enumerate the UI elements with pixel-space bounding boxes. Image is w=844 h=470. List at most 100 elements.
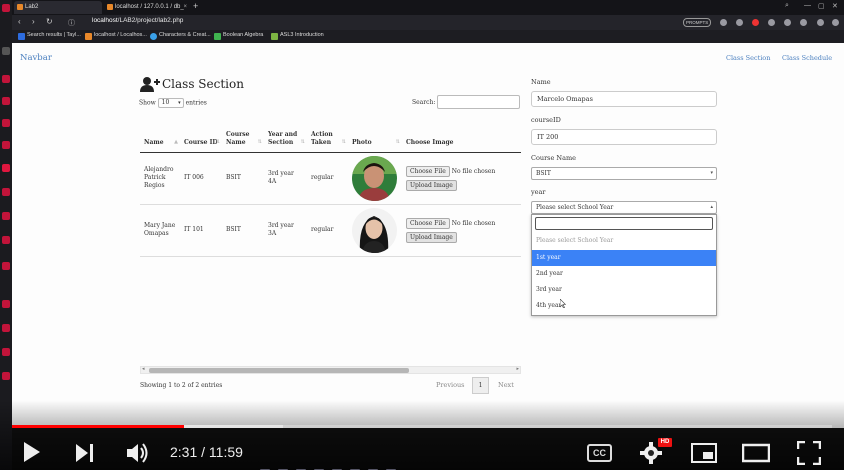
sort-icon: ⇅ bbox=[257, 138, 262, 145]
tab-phpmyadmin[interactable]: localhost / 127.0.0.1 / db_ × bbox=[104, 1, 190, 14]
extension-icon[interactable] bbox=[720, 19, 727, 26]
menu-icon[interactable] bbox=[832, 19, 839, 26]
year-option-highlighted[interactable]: 1st year bbox=[532, 250, 716, 266]
entries-length-control: Show 10 ▾ entries bbox=[139, 98, 207, 108]
maximize-icon[interactable]: ▢ bbox=[818, 2, 825, 10]
scrollbar-thumb[interactable] bbox=[149, 368, 409, 373]
sort-icon: ⇅ bbox=[215, 138, 220, 145]
column-header-choose-image[interactable]: Choose Image bbox=[402, 115, 521, 153]
name-input[interactable]: Marcelo Omapas bbox=[531, 91, 717, 107]
sidebar-icon[interactable] bbox=[2, 47, 10, 55]
upload-image-button[interactable]: Upload Image bbox=[406, 179, 457, 191]
sidebar-icon[interactable] bbox=[2, 324, 10, 332]
chevron-down-icon: ▾ bbox=[710, 170, 713, 176]
nav-link-class-section[interactable]: Class Section bbox=[726, 54, 770, 62]
sidebar-icon[interactable] bbox=[2, 262, 10, 270]
next-icon[interactable] bbox=[74, 443, 96, 463]
close-icon[interactable]: × bbox=[183, 1, 187, 14]
sidebar-icon[interactable] bbox=[2, 141, 10, 149]
opera-icon[interactable] bbox=[2, 4, 10, 12]
year-option[interactable]: Please select School Year bbox=[532, 233, 716, 249]
table-row: Mary Jane Omapas IT 101 BSIT 3rd year 3A… bbox=[140, 204, 521, 257]
sidebar-icon[interactable] bbox=[2, 164, 10, 172]
table-header-row: Name ▲ Course ID ⇅ Course Name ⇅ Year and S… bbox=[140, 115, 521, 153]
upload-image-button[interactable]: Upload Image bbox=[406, 231, 457, 243]
miniplayer-icon[interactable] bbox=[691, 443, 717, 463]
minimize-icon[interactable]: — bbox=[804, 2, 811, 9]
reload-icon[interactable]: ↻ bbox=[46, 17, 53, 26]
cell-choose-image: Choose File No file chosen Upload Image bbox=[402, 204, 521, 257]
year-option[interactable]: 3rd year bbox=[532, 282, 716, 298]
sidebar-icon[interactable] bbox=[2, 97, 10, 105]
year-option[interactable]: 2nd year bbox=[532, 266, 716, 282]
captions-button[interactable]: CC bbox=[587, 444, 612, 462]
column-header-course-name[interactable]: Course Name ⇅ bbox=[222, 115, 264, 153]
year-select[interactable]: Please select School Year ▴ bbox=[531, 201, 717, 214]
nav-link-class-schedule[interactable]: Class Schedule bbox=[782, 54, 832, 62]
site-info-icon[interactable]: ⓘ bbox=[68, 18, 75, 28]
sidebar-icon[interactable] bbox=[2, 236, 10, 244]
bookmark-item[interactable]: ASL3 Introduction bbox=[271, 32, 324, 40]
theater-mode-icon[interactable] bbox=[742, 443, 770, 463]
address-bar: ‹ › ↻ ⓘ localhost/LAB2/project/lab2.php … bbox=[12, 15, 844, 30]
column-header-course-id[interactable]: Course ID ⇅ bbox=[180, 115, 222, 153]
pagination-next[interactable]: Next bbox=[498, 377, 514, 393]
search-tabs-icon[interactable]: ⌕ bbox=[785, 2, 789, 10]
bookmark-icon bbox=[85, 33, 92, 40]
bookmark-item[interactable]: Characters & Creat... bbox=[150, 32, 211, 40]
camera-icon[interactable] bbox=[736, 19, 743, 26]
profile-icon[interactable] bbox=[817, 19, 824, 26]
bookmark-item[interactable]: Boolean Algebra bbox=[214, 32, 263, 40]
sidebar-icon[interactable] bbox=[2, 188, 10, 196]
entries-select[interactable]: 10 ▾ bbox=[157, 98, 184, 108]
sort-icon: ▲ bbox=[174, 138, 178, 145]
bookmark-icon bbox=[214, 33, 221, 40]
choose-file-button[interactable]: Choose File bbox=[406, 165, 450, 177]
bookmark-icon bbox=[150, 33, 157, 40]
chevron-up-icon: ▴ bbox=[710, 204, 713, 210]
no-file-text: No file chosen bbox=[451, 167, 496, 175]
horizontal-scrollbar[interactable]: ◂ ▸ bbox=[140, 366, 521, 374]
sidebar-icon[interactable] bbox=[2, 348, 10, 356]
play-icon[interactable] bbox=[22, 441, 42, 463]
column-header-action-taken[interactable]: Action Taken ⇅ bbox=[307, 115, 348, 153]
url-text[interactable]: localhost/LAB2/project/lab2.php bbox=[92, 17, 183, 24]
bookmark-item[interactable]: localhost / Localhos... bbox=[85, 32, 147, 40]
scroll-right-icon[interactable]: ▸ bbox=[516, 366, 519, 372]
column-header-name[interactable]: Name ▲ bbox=[140, 115, 180, 153]
forward-icon[interactable]: › bbox=[32, 17, 35, 26]
sidebar-icon[interactable] bbox=[2, 300, 10, 308]
search-input[interactable] bbox=[437, 95, 520, 109]
extension-icon[interactable] bbox=[768, 19, 775, 26]
tab-lab2[interactable]: Lab2 bbox=[14, 1, 102, 14]
sidebar-icon[interactable] bbox=[2, 212, 10, 220]
navbar-brand[interactable]: Navbar bbox=[20, 53, 52, 63]
sort-icon: ⇅ bbox=[300, 138, 305, 145]
progress-bar[interactable] bbox=[12, 425, 832, 428]
heart-icon[interactable] bbox=[784, 19, 791, 26]
dropdown-search-input[interactable] bbox=[535, 217, 713, 230]
bookmark-item[interactable]: Search results | Tayl... bbox=[18, 32, 81, 40]
class-table: Name ▲ Course ID ⇅ Course Name ⇅ Year and S… bbox=[140, 115, 521, 257]
choose-file-button[interactable]: Choose File bbox=[406, 217, 450, 229]
sidebar-icon[interactable] bbox=[2, 75, 10, 83]
sidebar-icon[interactable] bbox=[2, 119, 10, 127]
record-icon[interactable] bbox=[752, 19, 759, 26]
prompts-badge[interactable]: PROMPTS bbox=[683, 18, 712, 27]
course-name-select[interactable]: BSIT ▾ bbox=[531, 167, 717, 180]
back-icon[interactable]: ‹ bbox=[18, 17, 21, 26]
played-bar bbox=[12, 425, 185, 428]
close-window-icon[interactable]: ✕ bbox=[832, 2, 838, 10]
column-header-year-section[interactable]: Year and Section ⇅ bbox=[264, 115, 307, 153]
sidebar-icon[interactable] bbox=[2, 372, 10, 380]
scroll-left-icon[interactable]: ◂ bbox=[142, 366, 145, 372]
search-label: Search: bbox=[412, 99, 436, 106]
pagination-current-page[interactable]: 1 bbox=[472, 377, 489, 394]
volume-icon[interactable] bbox=[126, 442, 150, 464]
download-icon[interactable] bbox=[800, 19, 807, 26]
courseid-input[interactable]: IT 200 bbox=[531, 129, 717, 145]
new-tab-icon[interactable]: + bbox=[193, 0, 198, 13]
bookmarks-bar: Search results | Tayl... localhost / Loc… bbox=[12, 30, 844, 43]
column-header-photo[interactable]: Photo ⇅ bbox=[348, 115, 402, 153]
pagination-previous[interactable]: Previous bbox=[436, 377, 465, 393]
